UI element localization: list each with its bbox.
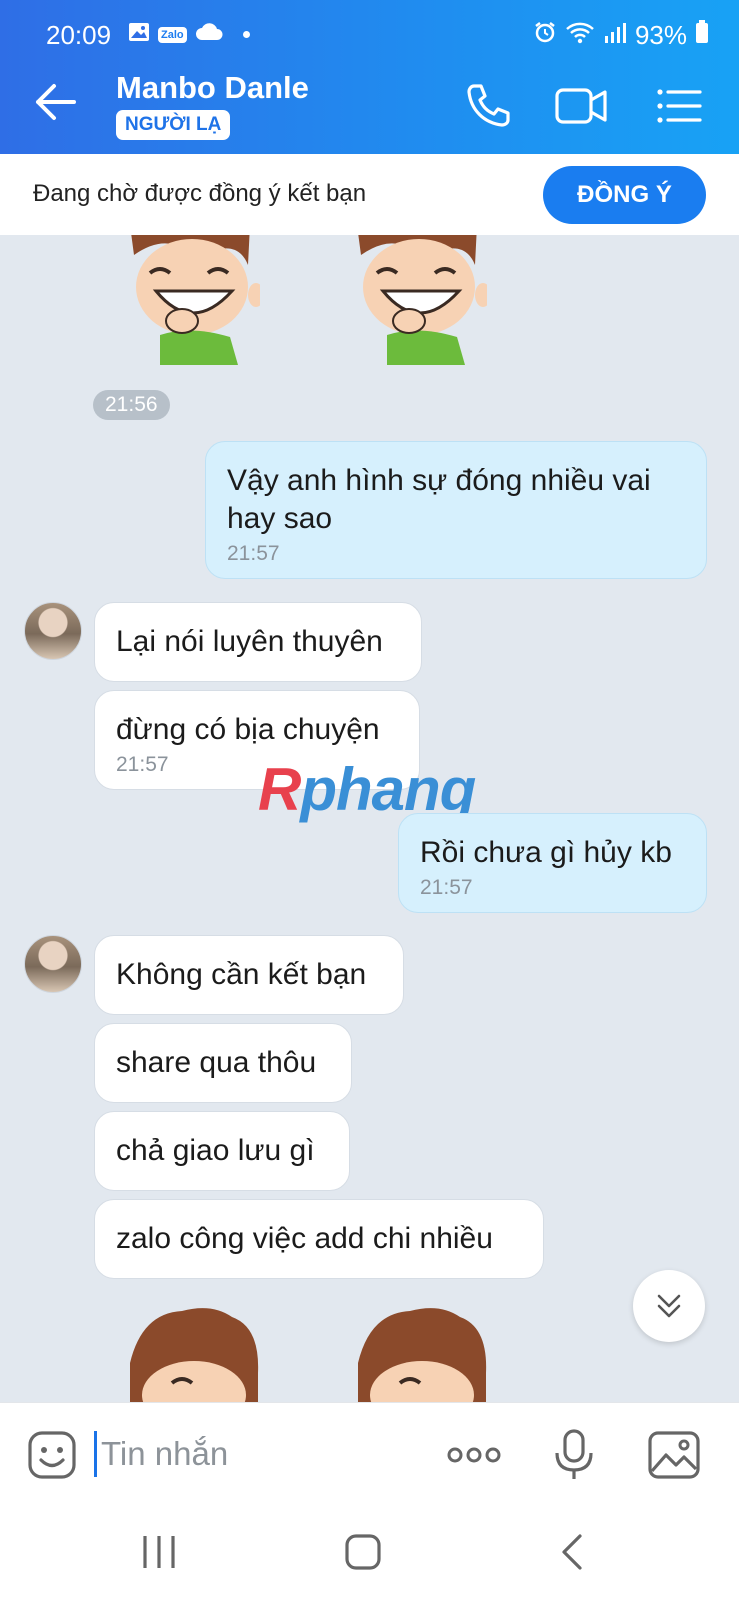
sticker-boy-partial[interactable] <box>122 1303 262 1402</box>
arrow-left-icon <box>36 84 76 120</box>
message-time-pill: 21:56 <box>93 390 170 420</box>
friend-request-bar: Đang chờ được đồng ý kết bạn ĐỒNG Ý <box>0 154 739 235</box>
contact-name[interactable]: Manbo Danle <box>116 70 309 106</box>
agree-friend-button[interactable]: ĐỒNG Ý <box>543 166 706 224</box>
message-text: share qua thôu <box>116 1046 317 1079</box>
sticker-boy-partial[interactable] <box>350 1303 490 1402</box>
home-icon <box>345 1534 381 1570</box>
sticker-laughing-boy[interactable] <box>347 235 487 365</box>
chat-area[interactable]: 21:56 Vậy anh hình sự đóng nhiều vai hay… <box>0 235 739 1402</box>
chat-header: Manbo Danle NGƯỜI LẠ <box>0 62 739 154</box>
message-text: đừng có bịa chuyện <box>116 713 380 746</box>
message-text: Không cần kết bạn <box>116 958 367 991</box>
status-left-icons: Zalo <box>128 22 250 47</box>
chevron-left-icon <box>562 1534 582 1570</box>
list-menu-icon <box>657 89 702 123</box>
status-right: 93% <box>533 20 709 51</box>
wifi-icon <box>565 20 595 51</box>
image-icon <box>648 1431 700 1479</box>
smiley-sticker-icon <box>28 1431 76 1479</box>
emoji-button[interactable] <box>24 1427 80 1483</box>
gallery-notification-icon <box>128 22 150 47</box>
message-text-line: Vậy anh hình sự đóng nhiều vai <box>227 464 651 497</box>
home-button[interactable] <box>341 1530 385 1574</box>
more-dots-icon <box>447 1447 501 1463</box>
incoming-message[interactable]: Lại nói luyên thuyên <box>94 602 422 682</box>
outgoing-message[interactable]: Rồi chưa gì hủy kb 21:57 <box>398 813 707 913</box>
battery-icon <box>695 20 709 51</box>
contact-avatar[interactable] <box>24 935 82 993</box>
microphone-icon <box>555 1429 593 1479</box>
message-text: chả giao lưu gì <box>116 1134 315 1167</box>
message-text: Lại nói luyên thuyên <box>116 625 383 658</box>
message-input[interactable]: Tin nhắn <box>94 1431 424 1477</box>
message-text-line: hay sao <box>227 502 333 535</box>
stranger-tag: NGƯỜI LẠ <box>116 110 231 140</box>
video-call-button[interactable] <box>553 78 609 134</box>
signal-icon <box>603 20 627 51</box>
video-camera-icon <box>555 88 607 124</box>
scroll-to-bottom-button[interactable] <box>633 1270 705 1342</box>
outgoing-message[interactable]: Vậy anh hình sự đóng nhiều vai hay sao 2… <box>205 441 707 579</box>
alarm-icon <box>533 20 557 51</box>
contact-avatar[interactable] <box>24 602 82 660</box>
back-nav-button[interactable] <box>552 1530 596 1574</box>
message-input-bar: Tin nhắn <box>0 1402 739 1502</box>
recent-apps-icon <box>143 1536 175 1568</box>
sticker-laughing-boy[interactable] <box>120 235 260 365</box>
more-options-button[interactable] <box>446 1427 502 1483</box>
battery-percent: 93% <box>634 20 687 50</box>
zalo-notification-icon: Zalo <box>158 26 187 43</box>
notification-dot <box>242 31 250 38</box>
incoming-message[interactable]: share qua thôu <box>94 1023 352 1103</box>
message-time: 21:57 <box>227 542 280 565</box>
cloud-icon <box>195 23 223 46</box>
status-bar: 20:09 Zalo 93% <box>0 0 739 62</box>
friend-request-text: Đang chờ được đồng ý kết bạn <box>33 180 367 207</box>
double-chevron-down-icon <box>657 1294 681 1318</box>
message-text: zalo công việc add chi nhiều <box>116 1222 493 1255</box>
system-nav-bar <box>0 1502 739 1600</box>
message-text: Rồi chưa gì hủy kb <box>420 836 672 869</box>
voice-call-button[interactable] <box>460 78 516 134</box>
recent-apps-button[interactable] <box>137 1530 181 1574</box>
status-time: 20:09 <box>46 20 112 50</box>
voice-message-button[interactable] <box>546 1427 602 1483</box>
send-image-button[interactable] <box>646 1427 702 1483</box>
phone-icon <box>467 84 510 127</box>
message-time: 21:57 <box>420 876 473 899</box>
incoming-message[interactable]: chả giao lưu gì <box>94 1111 350 1191</box>
back-button[interactable] <box>30 76 82 128</box>
incoming-message[interactable]: Không cần kết bạn <box>94 935 404 1015</box>
incoming-message[interactable]: zalo công việc add chi nhiều <box>94 1199 544 1279</box>
options-menu-button[interactable] <box>652 78 708 134</box>
